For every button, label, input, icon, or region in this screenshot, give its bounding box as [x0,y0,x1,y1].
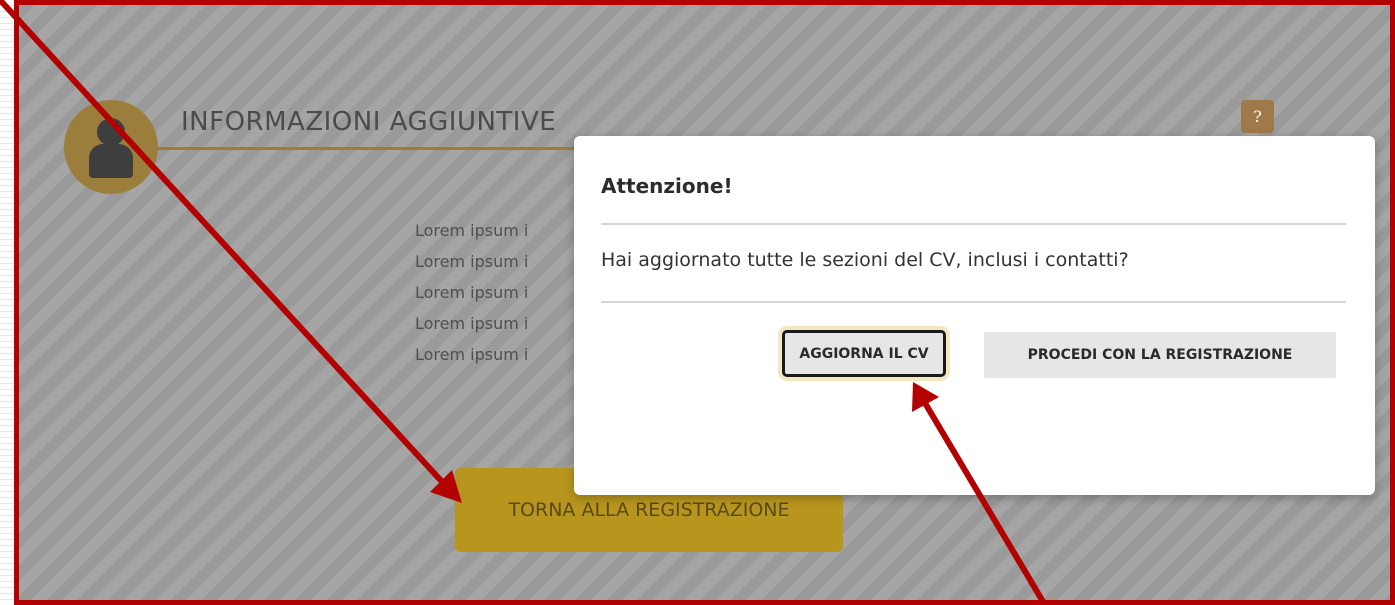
update-cv-button[interactable]: AGGIORNA IL CV [782,330,946,377]
dialog-divider [601,301,1346,303]
proceed-registration-button[interactable]: PROCEDI CON LA REGISTRAZIONE [984,332,1336,378]
user-icon [64,100,158,194]
user-body-shape [89,144,133,178]
dialog-divider [601,223,1346,225]
left-margin-strip [0,0,14,605]
lorem-line: Lorem ipsum i [415,283,529,302]
help-button[interactable]: ? [1241,100,1274,133]
question-icon: ? [1253,107,1262,126]
lorem-line: Lorem ipsum i [415,221,529,240]
dialog-title: Attenzione! [601,174,733,198]
user-head-shape [97,118,125,146]
lorem-line: Lorem ipsum i [415,314,529,333]
annotated-screenshot-frame: INFORMAZIONI AGGIUNTIVE ? Lorem ipsum i … [14,0,1395,605]
dialog-message: Hai aggiornato tutte le sezioni del CV, … [601,249,1129,271]
section-title: INFORMAZIONI AGGIUNTIVE [181,107,557,137]
lorem-list: Lorem ipsum i Lorem ipsum i Lorem ipsum … [415,215,528,370]
lorem-line: Lorem ipsum i [415,252,529,271]
confirmation-dialog: Attenzione! Hai aggiornato tutte le sezi… [574,136,1375,495]
lorem-line: Lorem ipsum i [415,345,529,364]
